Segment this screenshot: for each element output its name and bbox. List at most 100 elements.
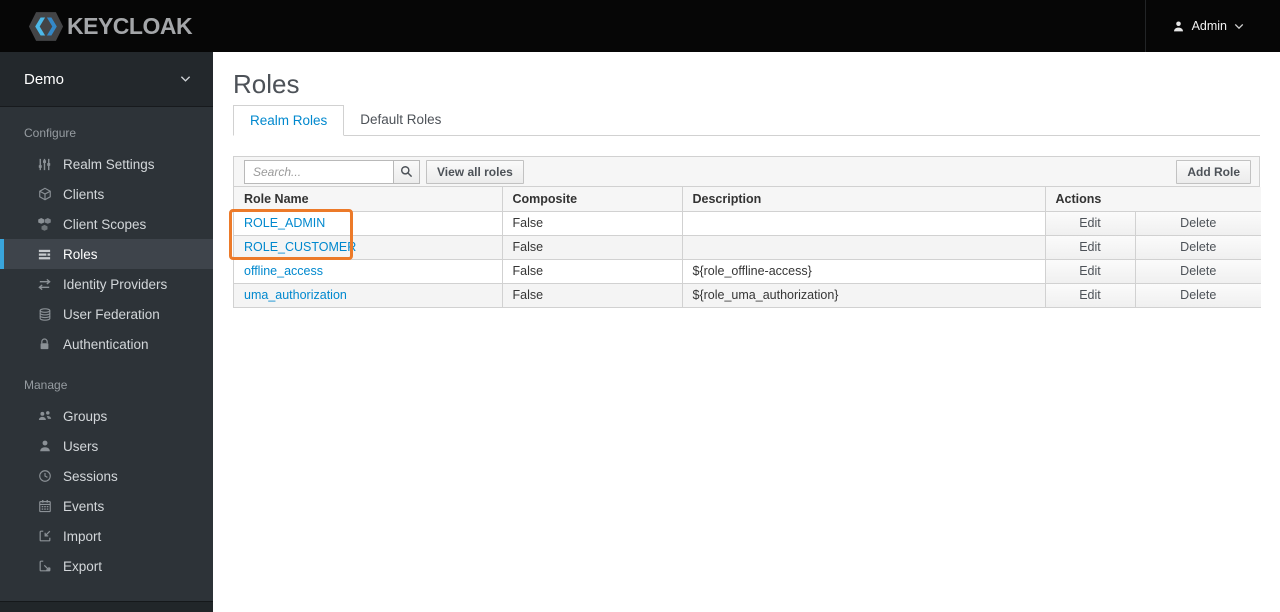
edit-button[interactable]: Edit	[1046, 211, 1135, 234]
realm-selector[interactable]: Demo	[0, 52, 213, 107]
edit-button[interactable]: Edit	[1046, 283, 1135, 306]
edit-action-cell: Edit	[1044, 211, 1135, 236]
top-header-bar: KEYCLOAK Admin	[0, 0, 1280, 52]
composite-cell: False	[501, 235, 682, 260]
sidebar-item-users[interactable]: Users	[0, 431, 213, 461]
edit-action-cell: Edit	[1044, 259, 1135, 284]
sidebar-item-user-federation[interactable]: User Federation	[0, 299, 213, 329]
database-icon	[36, 307, 53, 322]
sidebar-item-label: Groups	[63, 408, 108, 424]
chevron-down-icon	[180, 75, 191, 83]
sidebar-item-client-scopes[interactable]: Client Scopes	[0, 209, 213, 239]
description-cell	[681, 211, 1045, 236]
import-icon	[36, 529, 53, 543]
table-row-offline-access: offline_access False ${role_offline-access…	[234, 259, 1261, 284]
sidebar-item-label: Roles	[63, 246, 98, 262]
cubes-icon	[36, 217, 53, 232]
nav-section-label-manage: Manage	[24, 378, 68, 392]
search-button[interactable]	[393, 159, 420, 184]
user-menu[interactable]: Admin	[1144, 0, 1280, 52]
delete-action-cell: Delete	[1134, 235, 1261, 260]
sliders-icon	[36, 157, 53, 172]
table-row-role-admin: ROLE_ADMIN False Edit Delete	[234, 211, 1261, 236]
table-row-uma-authorization: uma_authorization False ${role_uma_authori…	[234, 283, 1261, 308]
edit-action-cell: Edit	[1044, 283, 1135, 308]
sidebar-item-groups[interactable]: Groups	[0, 401, 213, 431]
sidebar-item-events[interactable]: Events	[0, 491, 213, 521]
delete-action-cell: Delete	[1134, 283, 1261, 308]
tab-default-roles[interactable]: Default Roles	[344, 105, 457, 135]
delete-button[interactable]: Delete	[1136, 235, 1261, 258]
exchange-arrows-icon	[36, 277, 53, 292]
sidebar-item-import[interactable]: Import	[0, 521, 213, 551]
chevron-down-icon	[1234, 23, 1244, 30]
group-icon	[36, 409, 53, 423]
description-cell	[681, 235, 1045, 260]
delete-action-cell: Delete	[1134, 259, 1261, 284]
nav-section-label-configure: Configure	[24, 126, 77, 140]
user-icon	[1172, 20, 1185, 33]
sidebar-item-export[interactable]: Export	[0, 551, 213, 581]
clock-icon	[36, 469, 53, 483]
composite-cell: False	[501, 211, 682, 236]
sidebar-footer	[0, 601, 213, 612]
calendar-icon	[36, 499, 53, 513]
roles-table-container: View all roles Add Role Role Name Compos…	[233, 156, 1261, 308]
column-header-actions: Actions	[1044, 187, 1261, 212]
delete-button[interactable]: Delete	[1136, 283, 1261, 306]
search-input[interactable]	[244, 159, 394, 184]
sidebar-item-label: Import	[63, 528, 102, 544]
sidebar-item-roles[interactable]: Roles	[0, 239, 213, 269]
sidebar-item-label: Client Scopes	[63, 216, 147, 232]
role-name-link[interactable]: ROLE_ADMIN	[244, 216, 325, 230]
edit-button[interactable]: Edit	[1046, 259, 1135, 282]
delete-button[interactable]: Delete	[1136, 259, 1261, 282]
user-icon	[36, 439, 53, 453]
description-cell: ${role_uma_authorization}	[681, 283, 1045, 308]
tab-realm-roles[interactable]: Realm Roles	[233, 105, 345, 136]
sidebar: Demo Configure Realm Settings Clients Clien…	[0, 52, 213, 612]
edit-button[interactable]: Edit	[1046, 235, 1135, 258]
sidebar-item-sessions[interactable]: Sessions	[0, 461, 213, 491]
list-icon	[36, 247, 53, 262]
sidebar-item-label: Clients	[63, 186, 105, 202]
column-header-description: Description	[681, 187, 1045, 212]
roles-table: Role Name Composite Description Actions …	[234, 187, 1261, 308]
sidebar-item-label: Sessions	[63, 468, 118, 484]
lock-icon	[36, 337, 53, 351]
keycloak-logo[interactable]: KEYCLOAK	[28, 10, 193, 43]
sidebar-item-label: Users	[63, 438, 99, 454]
sidebar-item-authentication[interactable]: Authentication	[0, 329, 213, 359]
role-name-link[interactable]: uma_authorization	[244, 288, 347, 302]
table-row-role-customer: ROLE_CUSTOMER False Edit Delete	[234, 235, 1261, 260]
table-header-row: Role Name Composite Description Actions	[234, 187, 1261, 212]
composite-cell: False	[501, 259, 682, 284]
tab-bar: Realm Roles Default Roles	[233, 105, 1260, 136]
sidebar-item-label: Identity Providers	[63, 276, 168, 292]
role-name-link[interactable]: offline_access	[244, 264, 323, 278]
sidebar-item-label: Export	[63, 558, 103, 574]
column-header-composite: Composite	[501, 187, 682, 212]
edit-action-cell: Edit	[1044, 235, 1135, 260]
sidebar-item-label: Events	[63, 498, 105, 514]
realm-selector-label: Demo	[24, 70, 65, 88]
sidebar-item-identity-providers[interactable]: Identity Providers	[0, 269, 213, 299]
cube-icon	[36, 187, 53, 201]
sidebar-item-label: User Federation	[63, 306, 160, 322]
column-header-role-name: Role Name	[234, 187, 502, 212]
sidebar-item-label: Authentication	[63, 336, 149, 352]
delete-button[interactable]: Delete	[1136, 211, 1261, 234]
role-name-link[interactable]: ROLE_CUSTOMER	[244, 240, 356, 254]
sidebar-nav: Configure Realm Settings Clients Client Sco…	[0, 107, 213, 581]
delete-action-cell: Delete	[1134, 211, 1261, 236]
table-toolbar: View all roles Add Role	[234, 157, 1259, 187]
role-name-cell: ROLE_ADMIN	[234, 211, 502, 236]
brand-wordmark: KEYCLOAK	[67, 12, 193, 39]
view-all-roles-button[interactable]: View all roles	[426, 159, 524, 184]
role-name-cell: uma_authorization	[234, 283, 502, 308]
add-role-button[interactable]: Add Role	[1176, 159, 1251, 184]
sidebar-item-clients[interactable]: Clients	[0, 179, 213, 209]
search-group	[244, 159, 420, 184]
sidebar-item-realm-settings[interactable]: Realm Settings	[0, 149, 213, 179]
main-content: Roles Realm Roles Default Roles View all…	[213, 52, 1280, 612]
